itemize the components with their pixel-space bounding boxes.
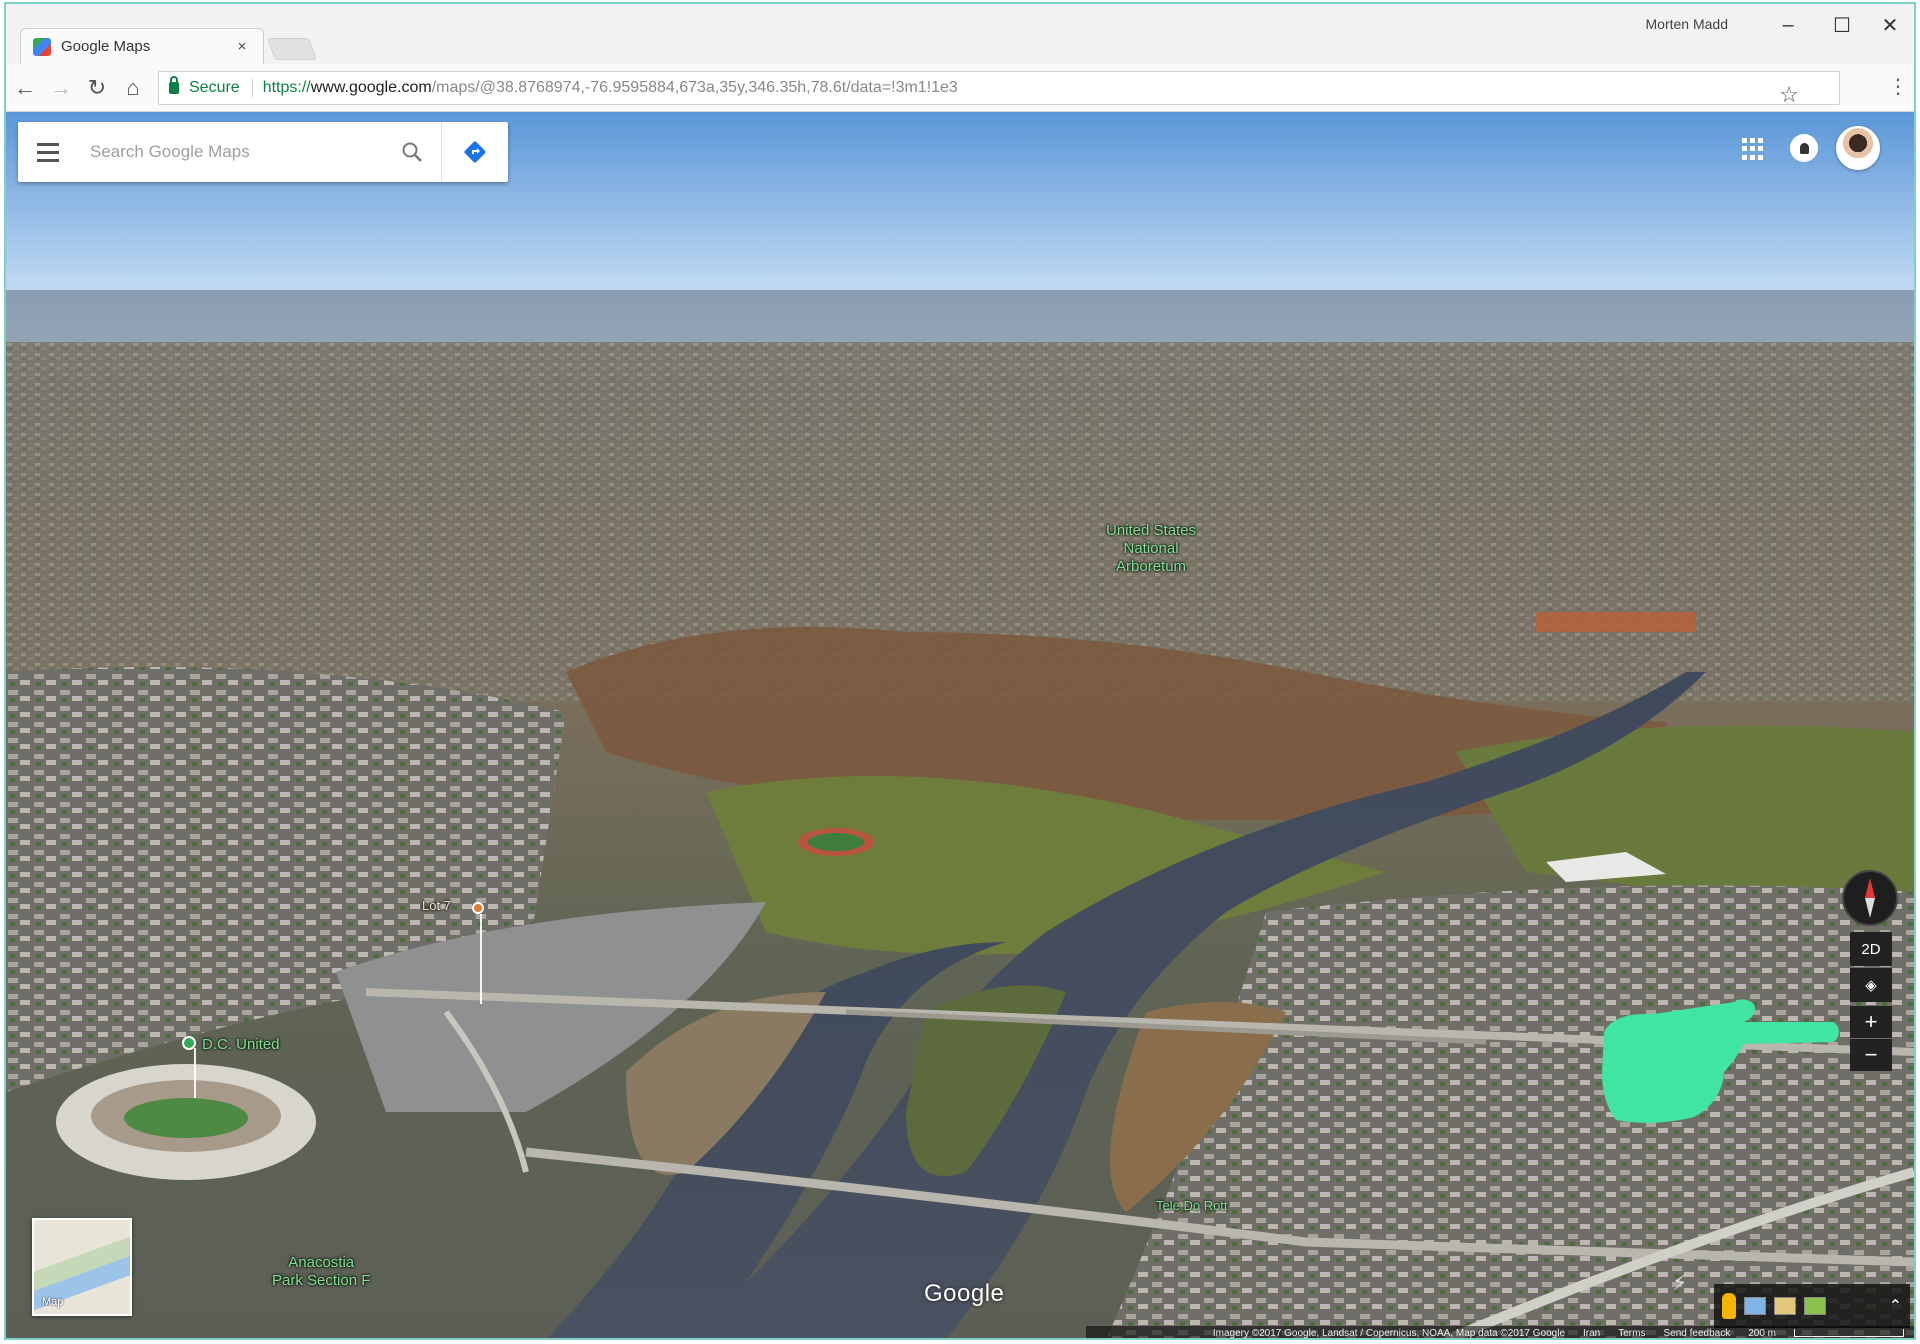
home-icon[interactable]: ⌂	[116, 71, 150, 105]
my-location-icon[interactable]: ◈	[1850, 968, 1892, 1002]
terms-link[interactable]: Terms	[1618, 1328, 1645, 1339]
back-arrow-icon[interactable]: ←	[8, 71, 42, 105]
url-scheme: https://	[262, 79, 311, 96]
search-icon[interactable]	[382, 122, 442, 182]
tab-google-maps[interactable]: Google Maps ×	[20, 28, 264, 64]
anacostia-label-line-1: Anacostia	[288, 1254, 355, 1271]
google-watermark-logo: Google	[924, 1280, 1005, 1307]
forward-arrow-icon[interactable]: →	[44, 71, 78, 105]
anacostia-label-line-2: Park Section F	[272, 1272, 371, 1289]
lot-pin-line	[480, 914, 482, 1004]
tab-close-icon[interactable]: ×	[233, 38, 251, 55]
lot-pin-icon[interactable]	[472, 902, 484, 914]
directions-icon[interactable]	[442, 122, 508, 182]
notifications-bell-icon[interactable]	[1790, 134, 1818, 162]
arboretum-label-line-1: United States	[1106, 522, 1197, 539]
maximize-button[interactable]: ☐	[1822, 10, 1862, 40]
place-label-dc-united[interactable]: D.C. United	[202, 1036, 280, 1054]
imagery-attribution: Imagery ©2017 Google, Landsat / Copernic…	[1212, 1327, 1566, 1339]
omnibox-divider	[251, 79, 253, 97]
dc-united-pin-icon[interactable]	[182, 1036, 196, 1050]
send-feedback-link[interactable]: Send feedback	[1663, 1328, 1730, 1339]
toggle-2d-button[interactable]: 2D	[1850, 932, 1892, 966]
zoom-out-button[interactable]: −	[1850, 1039, 1892, 1071]
attribution-bar: Imagery ©2017 Google, Landsat / Copernic…	[1086, 1326, 1914, 1339]
google-apps-icon[interactable]	[1742, 138, 1764, 160]
google-maps-favicon-icon	[33, 37, 51, 56]
title-bar: Google Maps × Morten Madd – ☐ ✕	[6, 4, 1914, 64]
secure-label[interactable]: Secure	[189, 79, 240, 97]
bottom-layer-strip: ⌃	[1714, 1284, 1910, 1328]
search-input[interactable]	[78, 132, 382, 172]
scale-bar[interactable]	[1794, 1329, 1904, 1337]
scale-label[interactable]: 200 m	[1748, 1328, 1776, 1339]
close-window-button[interactable]: ✕	[1870, 10, 1910, 40]
arboretum-label-line-2: National	[1123, 540, 1179, 557]
layer-thumb-3[interactable]	[1804, 1297, 1826, 1315]
minimap-layer-switch[interactable]: Map	[32, 1218, 132, 1316]
map-viewport[interactable]: United States National Arboretum D.C. Un…	[6, 112, 1914, 1340]
lightning-icon[interactable]: ⚡	[1672, 1270, 1687, 1296]
pegman-icon[interactable]	[1722, 1293, 1736, 1319]
new-tab-button[interactable]	[266, 38, 318, 60]
zoom-in-button[interactable]: +	[1850, 1006, 1892, 1038]
compass-icon[interactable]	[1842, 870, 1898, 926]
green-pointing-hand-icon	[1602, 999, 1839, 1123]
arboretum-label-line-3: Arboretum	[1116, 558, 1187, 575]
place-label-lot[interactable]: Lot 7	[422, 898, 451, 914]
url-host: www.google.com	[310, 79, 432, 96]
avatar[interactable]	[1836, 126, 1880, 170]
country-link[interactable]: Iran	[1583, 1328, 1600, 1339]
tab-title: Google Maps	[61, 38, 151, 55]
reload-icon[interactable]: ↻	[80, 71, 114, 105]
browser-menu-icon[interactable]: ⋮	[1888, 74, 1908, 99]
minimize-button[interactable]: –	[1768, 10, 1808, 40]
lock-icon[interactable]	[169, 76, 179, 94]
place-label-anacostia[interactable]: Anacostia Park Section F	[272, 1254, 370, 1290]
layer-thumb-2[interactable]	[1774, 1297, 1796, 1315]
minimap-label: Map	[42, 1296, 64, 1308]
address-bar[interactable]: Secure https://www.google.com/maps/@38.8…	[158, 71, 1840, 108]
menu-hamburger-icon[interactable]	[18, 122, 78, 182]
browser-toolbar: ← → ↻ ⌂ Secure https://www.google.com/ma…	[6, 64, 1914, 112]
expand-chevron-icon[interactable]: ⌃	[1889, 1296, 1902, 1316]
layer-thumb-1[interactable]	[1744, 1297, 1766, 1315]
url-path: /maps/@38.8768974,-76.9595884,673a,35y,3…	[431, 79, 958, 96]
browser-profile-name[interactable]: Morten Madd	[1646, 16, 1728, 32]
satellite-3d-scene[interactable]	[6, 112, 1914, 1340]
dc-united-pin-line	[194, 1048, 196, 1098]
place-label-arboretum[interactable]: United States National Arboretum	[1106, 522, 1196, 576]
place-label-tire-shop[interactable]: Tele Do Rott	[1156, 1198, 1228, 1214]
maps-search-box	[18, 122, 508, 182]
browser-window: Google Maps × Morten Madd – ☐ ✕ ← → ↻ ⌂ …	[4, 2, 1916, 1340]
bookmark-star-icon[interactable]: ☆	[1779, 82, 1799, 108]
